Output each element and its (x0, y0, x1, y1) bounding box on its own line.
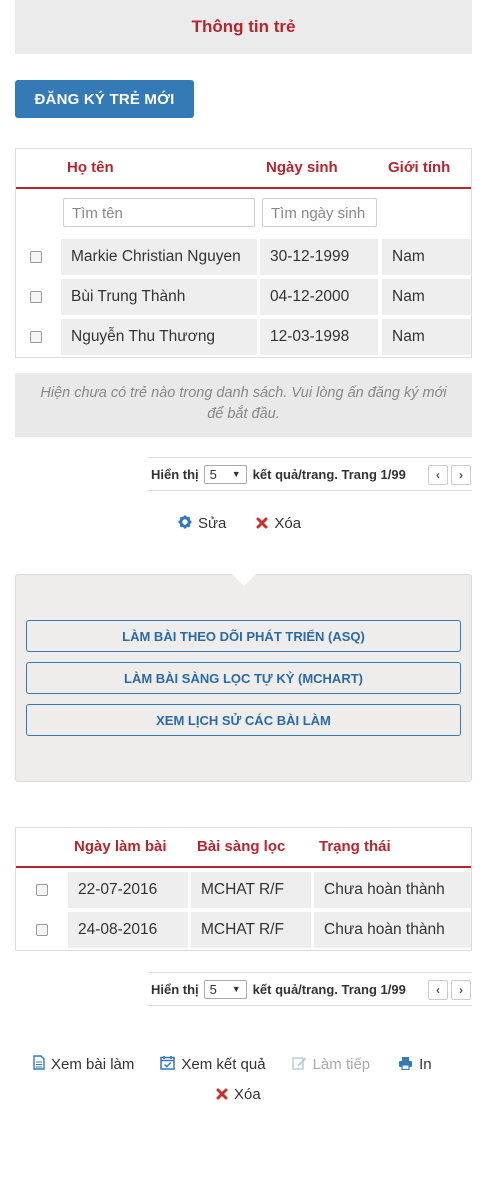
cell-test: MCHAT R/F (191, 912, 311, 948)
page-info: kết quả/trang. Trang 1/99 (252, 981, 406, 997)
per-page-select[interactable]: 5 ▼ (203, 464, 247, 484)
column-header-dob[interactable]: Ngày sinh (266, 159, 338, 176)
column-header-date[interactable]: Ngày làm bài (74, 838, 167, 855)
edit-label: Sửa (198, 515, 227, 532)
cell-gender: Nam (382, 319, 471, 355)
child-actions: Sửa Xóa (178, 515, 301, 532)
dob-search-input[interactable]: Tìm ngày sinh (262, 198, 377, 227)
chevron-down-icon: ▼ (231, 469, 241, 479)
view-test-label: Xem bài làm (51, 1055, 135, 1073)
table-row[interactable]: Nguyễn Thu Thương 12-03-1998 Nam (16, 319, 471, 355)
print-label: In (419, 1055, 432, 1073)
cell-dob: 12-03-1998 (260, 319, 378, 355)
cell-name: Markie Christian Nguyen (61, 239, 257, 275)
show-label: Hiển thị (151, 466, 199, 482)
column-header-gender[interactable]: Giới tính (388, 159, 450, 176)
show-label: Hiển thị (151, 981, 199, 997)
column-header-name[interactable]: Họ tên (67, 159, 114, 176)
x-icon (216, 1087, 228, 1103)
table-header: Họ tên Ngày sinh Giới tính (16, 149, 471, 189)
column-header-test[interactable]: Bài sàng lọc (197, 838, 285, 855)
row-checkbox[interactable] (30, 251, 42, 263)
chevron-down-icon: ▼ (231, 984, 241, 994)
name-search-input[interactable]: Tìm tên (63, 198, 255, 227)
table-row[interactable]: 24-08-2016 MCHAT R/F Chưa hoàn thành (16, 912, 471, 948)
per-page-select[interactable]: 5 ▼ (203, 979, 247, 999)
pencil-icon (291, 1055, 307, 1073)
cell-date: 24-08-2016 (68, 912, 188, 948)
page-title: Thông tin trẻ (191, 17, 296, 36)
history-button[interactable]: XEM LỊCH SỬ CÁC BÀI LÀM (26, 704, 461, 736)
print-button[interactable]: In (398, 1056, 432, 1073)
pagination: Hiển thị 5 ▼ kết quả/trang. Trang 1/99 ‹… (148, 457, 472, 491)
pagination: Hiển thị 5 ▼ kết quả/trang. Trang 1/99 ‹… (148, 972, 472, 1006)
row-checkbox[interactable] (36, 924, 48, 936)
table-row[interactable]: Markie Christian Nguyen 30-12-1999 Nam (16, 239, 471, 275)
children-table: Họ tên Ngày sinh Giới tính Tìm tên Tìm n… (15, 148, 472, 358)
panel-pointer (232, 574, 256, 586)
asq-test-button[interactable]: LÀM BÀI THEO DÕI PHÁT TRIỂN (ASQ) (26, 620, 461, 652)
empty-list-message: Hiện chưa có trẻ nào trong danh sách. Vu… (15, 373, 472, 437)
table-header: Ngày làm bài Bài sàng lọc Trạng thái (16, 828, 471, 868)
page-info: kết quả/trang. Trang 1/99 (252, 466, 406, 482)
continue-label: Làm tiếp (312, 1055, 371, 1073)
file-icon (33, 1055, 45, 1073)
delete-button[interactable]: Xóa (256, 515, 301, 532)
tests-table: Ngày làm bài Bài sàng lọc Trạng thái 22-… (15, 827, 472, 951)
column-header-status[interactable]: Trạng thái (319, 838, 391, 855)
cell-status: Chưa hoàn thành (314, 872, 471, 908)
test-actions: Xem bài làm Xem kết quả Làm tiếp In (33, 1055, 432, 1073)
row-checkbox[interactable] (36, 884, 48, 896)
cell-date: 22-07-2016 (68, 872, 188, 908)
next-page-button[interactable]: › (451, 980, 471, 1000)
continue-test-button[interactable]: Làm tiếp (291, 1055, 371, 1073)
view-test-button[interactable]: Xem bài làm (33, 1055, 134, 1073)
header-bar: Thông tin trẻ (15, 0, 472, 54)
cell-name: Bùi Trung Thành (61, 279, 257, 315)
cell-status: Chưa hoàn thành (314, 912, 471, 948)
cell-name: Nguyễn Thu Thương (61, 319, 257, 355)
delete-test-label: Xóa (234, 1086, 261, 1103)
cell-gender: Nam (382, 279, 471, 315)
edit-button[interactable]: Sửa (178, 515, 226, 532)
calendar-check-icon (160, 1055, 176, 1073)
table-row[interactable]: Bùi Trung Thành 04-12-2000 Nam (16, 279, 471, 315)
view-result-button[interactable]: Xem kết quả (160, 1055, 266, 1073)
delete-test-button[interactable]: Xóa (216, 1086, 261, 1103)
register-child-button[interactable]: ĐĂNG KÝ TRẺ MỚI (15, 80, 194, 118)
test-delete-action: Xóa (216, 1086, 261, 1103)
per-page-value: 5 (209, 466, 217, 482)
print-icon (398, 1056, 413, 1073)
row-checkbox[interactable] (30, 331, 42, 343)
view-result-label: Xem kết quả (181, 1055, 266, 1073)
delete-label: Xóa (274, 515, 302, 532)
row-checkbox[interactable] (30, 291, 42, 303)
x-icon (256, 516, 268, 532)
cell-dob: 04-12-2000 (260, 279, 378, 315)
mchat-test-button[interactable]: LÀM BÀI SÀNG LỌC TỰ KỶ (MCHART) (26, 662, 461, 694)
next-page-button[interactable]: › (451, 465, 471, 485)
cell-test: MCHAT R/F (191, 872, 311, 908)
cell-dob: 30-12-1999 (260, 239, 378, 275)
prev-page-button[interactable]: ‹ (428, 465, 448, 485)
per-page-value: 5 (209, 981, 217, 997)
table-row[interactable]: 22-07-2016 MCHAT R/F Chưa hoàn thành (16, 872, 471, 908)
prev-page-button[interactable]: ‹ (428, 980, 448, 1000)
cell-gender: Nam (382, 239, 471, 275)
gear-icon (178, 515, 192, 532)
